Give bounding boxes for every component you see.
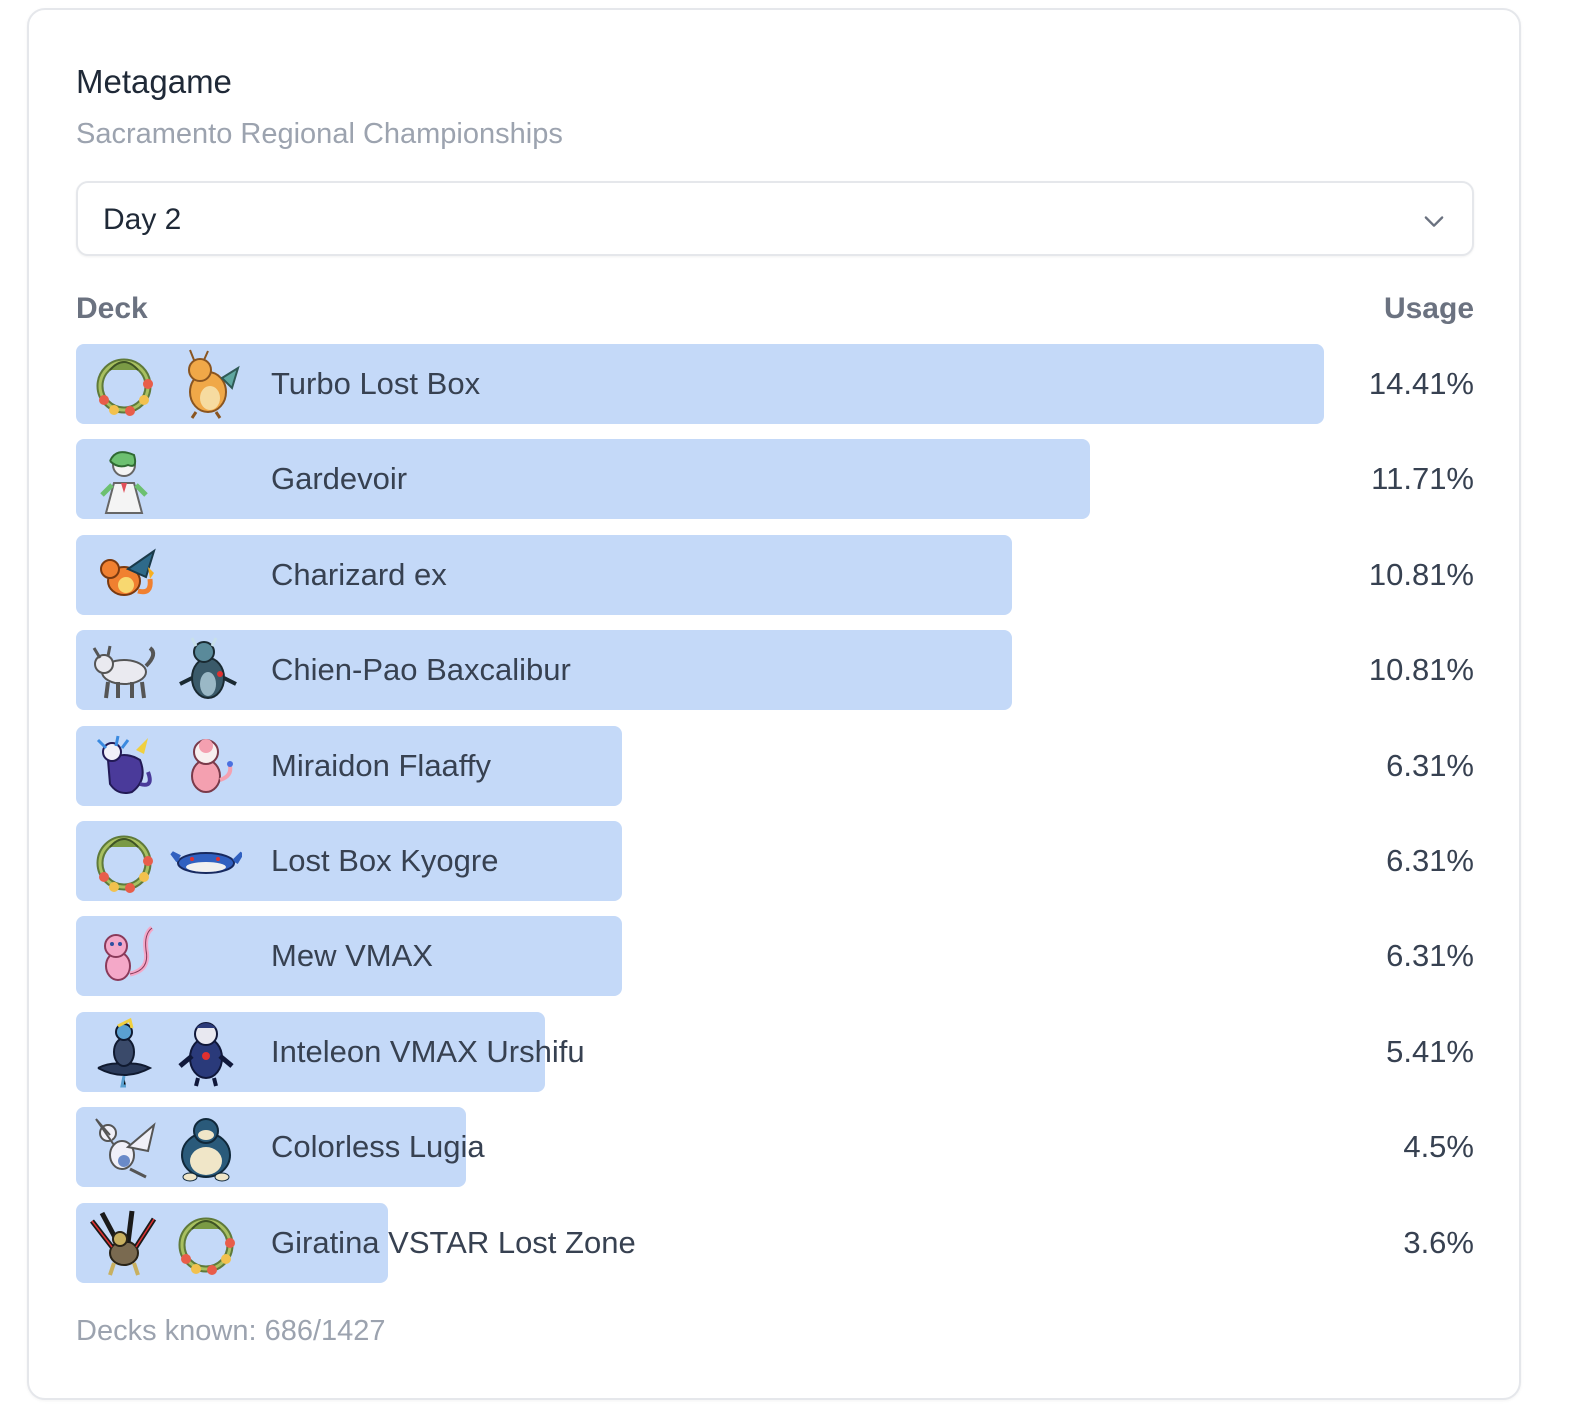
- deck-name: Inteleon VMAX Urshifu: [271, 1033, 585, 1069]
- giratina-sprite-icon: [90, 1210, 157, 1276]
- inteleon-sprite-icon: [97, 1017, 153, 1088]
- deck-usage: 6.31%: [1386, 938, 1474, 974]
- deck-name: Mew VMAX: [271, 938, 433, 974]
- lugia-sprite-icon: [95, 1118, 156, 1179]
- deck-usage: 10.81%: [1368, 652, 1474, 688]
- miraidon-sprite-icon: [96, 735, 152, 794]
- deck-usage: 5.41%: [1386, 1033, 1474, 1069]
- deck-row[interactable]: Lost Box Kyogre 6.31%: [76, 820, 1474, 901]
- day-select-value: Day 2: [103, 203, 182, 236]
- deck-row[interactable]: Inteleon VMAX Urshifu 5.41%: [76, 1011, 1474, 1092]
- deck-name: Chien-Pao Baxcalibur: [271, 652, 571, 688]
- comfey-sprite-icon: [178, 1217, 235, 1275]
- gardevoir-sprite-icon: [100, 451, 148, 515]
- baxcalibur-sprite-icon: [179, 637, 237, 700]
- deck-icons: [88, 539, 160, 611]
- deck-name: Turbo Lost Box: [271, 366, 481, 401]
- deck-usage: 6.31%: [1386, 747, 1474, 783]
- dragonite-sprite-icon: [188, 349, 240, 419]
- chevron-down-icon: [1424, 216, 1444, 227]
- comfey-sprite-icon: [96, 835, 153, 893]
- snorlax-sprite-icon: [181, 1118, 231, 1182]
- deck-row[interactable]: Chien-Pao Baxcalibur 10.81%: [76, 630, 1474, 711]
- chien-pao-sprite-icon: [92, 645, 156, 699]
- flaaffy-sprite-icon: [191, 738, 233, 793]
- deck-name: Lost Box Kyogre: [271, 842, 499, 878]
- deck-list: Turbo Lost Box 14.41% Gardevoir 11.71% Chari…: [76, 344, 1474, 1298]
- deck-row[interactable]: Turbo Lost Box 14.41%: [76, 344, 1474, 424]
- deck-name: Miraidon Flaaffy: [271, 747, 491, 783]
- usage-column-header: Usage: [1383, 292, 1474, 325]
- usage-bar: [76, 344, 1324, 424]
- deck-icons: [88, 920, 160, 992]
- deck-row[interactable]: Colorless Lugia 4.5%: [76, 1107, 1474, 1188]
- deck-usage: 6.31%: [1386, 842, 1474, 878]
- day-select[interactable]: Day 2: [76, 181, 1474, 256]
- deck-row[interactable]: Mew VMAX 6.31%: [76, 916, 1474, 997]
- deck-usage: 10.81%: [1368, 556, 1474, 592]
- usage-bar: [76, 439, 1090, 520]
- mew-sprite-icon: [104, 926, 154, 982]
- urshifu-sprite-icon: [178, 1021, 234, 1087]
- comfey-sprite-icon: [96, 358, 153, 416]
- card-title: Metagame: [76, 63, 232, 100]
- deck-column-header: Deck: [76, 292, 148, 325]
- deck-usage: 3.6%: [1403, 1224, 1474, 1260]
- deck-name: Gardevoir: [271, 461, 408, 497]
- deck-row[interactable]: Miraidon Flaaffy 6.31%: [76, 725, 1474, 806]
- deck-row[interactable]: Giratina VSTAR Lost Zone 3.6%: [76, 1202, 1474, 1283]
- charizard-sprite-icon: [100, 548, 156, 596]
- deck-row[interactable]: Charizard ex 10.81%: [76, 534, 1474, 615]
- deck-icons: [88, 1207, 242, 1279]
- deck-icons: [88, 825, 242, 897]
- deck-row[interactable]: Gardevoir 11.71%: [76, 439, 1474, 520]
- card-subtitle: Sacramento Regional Championships: [76, 118, 563, 150]
- deck-name: Giratina VSTAR Lost Zone: [271, 1224, 636, 1260]
- deck-name: Colorless Lugia: [271, 1129, 485, 1165]
- deck-usage: 11.71%: [1371, 461, 1474, 497]
- deck-icons: [88, 1016, 242, 1088]
- deck-usage: 4.5%: [1403, 1129, 1474, 1165]
- deck-icons: [88, 1111, 242, 1183]
- deck-icons: [88, 730, 242, 802]
- deck-icons: [88, 348, 242, 420]
- deck-icons: [88, 634, 242, 706]
- usage-bar: [76, 534, 1012, 615]
- deck-usage: 14.41%: [1368, 366, 1474, 401]
- deck-name: Charizard ex: [271, 556, 447, 592]
- decks-known-text: Decks known: 686/1427: [76, 1315, 386, 1347]
- kyogre-sprite-icon: [170, 851, 242, 874]
- deck-icons: [88, 443, 160, 515]
